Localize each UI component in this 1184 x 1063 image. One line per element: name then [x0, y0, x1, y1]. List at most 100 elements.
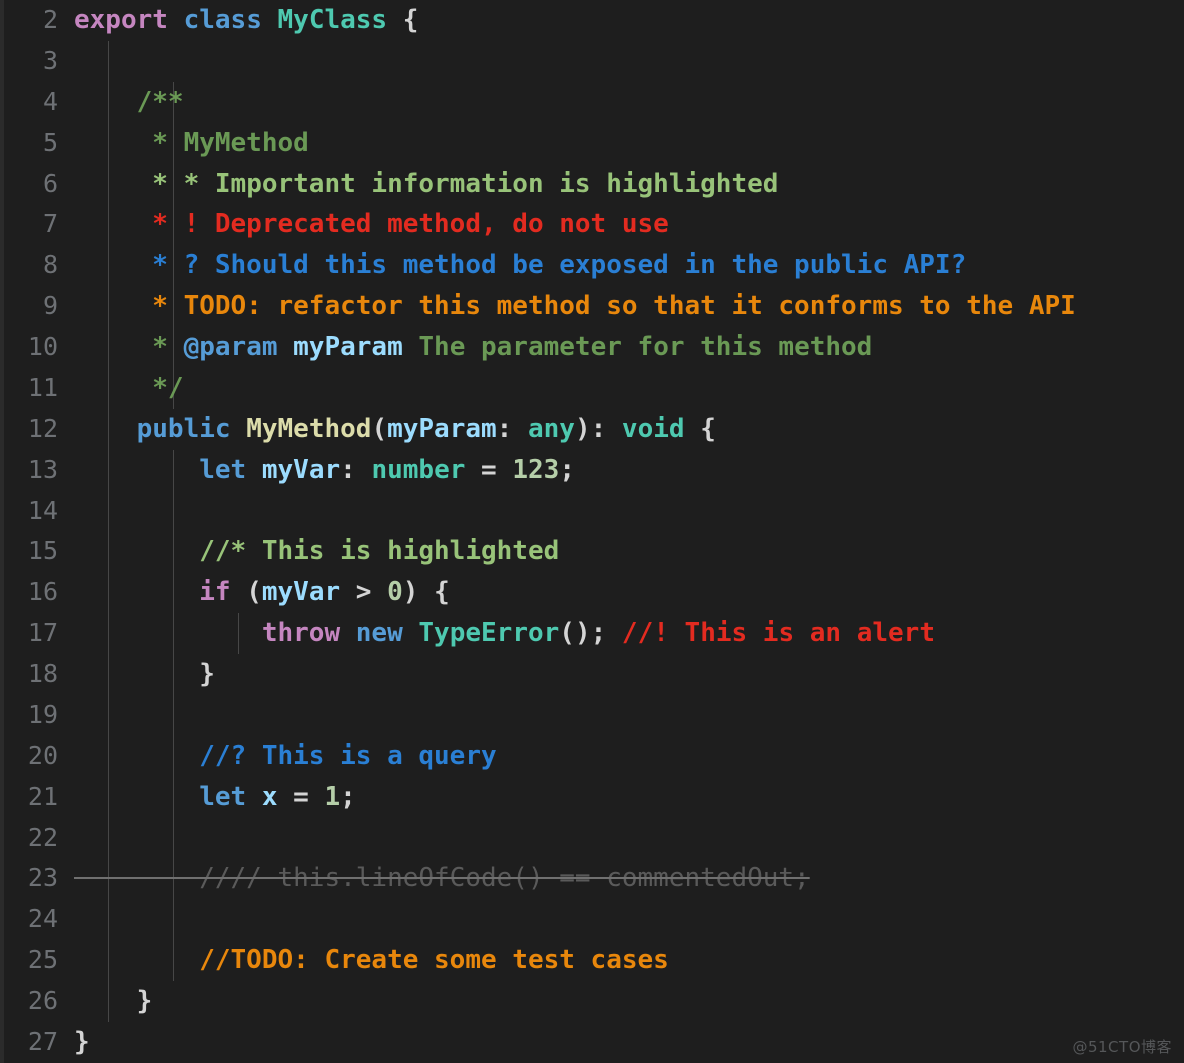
code-token: (); [559, 618, 622, 649]
code-editor[interactable]: 2 3 4 5 6 7 8 9 10 11 12 13 14 15 16 17 18 19 20 21 22 23 24 25… [0, 0, 1184, 1063]
code-line[interactable]: //TODO: Create some test cases [68, 940, 1184, 981]
code-token: The parameter for this method [402, 332, 873, 363]
line-number: 15 [27, 536, 58, 566]
line-number: 18 [27, 659, 58, 689]
code-token: myParam [387, 413, 497, 444]
code-line[interactable] [68, 491, 1184, 532]
code-token: * [74, 332, 184, 363]
code-token: MyClass [277, 5, 388, 35]
code-line[interactable]: export class MyClass { [68, 0, 1184, 41]
code-line[interactable] [68, 695, 1184, 736]
line-number: 7 [42, 209, 58, 239]
line-number: 2 [42, 5, 58, 34]
code-token: : [340, 454, 372, 485]
code-token: > [340, 577, 388, 608]
code-line[interactable] [68, 818, 1184, 859]
code-token: TypeError [418, 618, 560, 649]
code-line[interactable]: * * Important information is highlighted [68, 164, 1184, 205]
code-token: //* This is highlighted [74, 536, 560, 567]
code-token: export [74, 5, 168, 35]
code-token: * TODO: refactor this method so that it … [74, 291, 1076, 322]
code-line[interactable]: if (myVar > 0) { [68, 572, 1184, 613]
code-line[interactable]: * ? Should this method be exposed in the… [68, 245, 1184, 286]
code-line[interactable]: //// this.lineOfCode() == commentedOut; [68, 858, 1184, 899]
line-number: 11 [27, 372, 58, 402]
code-line[interactable]: * ! Deprecated method, do not use [68, 204, 1184, 245]
code-token: ( [230, 577, 262, 608]
code-token: { [684, 413, 716, 444]
line-number: 19 [27, 699, 58, 729]
code-line[interactable]: throw new TypeError(); //! This is an al… [68, 613, 1184, 654]
line-number: 22 [27, 822, 58, 852]
code-token: any [527, 413, 575, 444]
code-token: ; [340, 781, 356, 812]
code-line[interactable]: //? This is a query [68, 736, 1184, 777]
code-token: 123 [512, 454, 560, 485]
line-number: 12 [27, 413, 58, 443]
code-token: } [74, 659, 215, 690]
code-line[interactable]: let myVar: number = 123; [68, 450, 1184, 491]
code-line[interactable]: * TODO: refactor this method so that it … [68, 286, 1184, 327]
code-token: @param [183, 332, 278, 363]
code-line[interactable]: } [68, 981, 1184, 1022]
line-number: 27 [27, 1027, 58, 1056]
code-token: * ! Deprecated method, do not use [74, 209, 669, 240]
line-number: 4 [42, 86, 58, 116]
code-token: MyMethod [246, 413, 372, 444]
line-number: 13 [27, 454, 58, 484]
code-token: let [199, 454, 247, 485]
line-number-gutter[interactable]: 2 3 4 5 6 7 8 9 10 11 12 13 14 15 16 17 18 19 20 21 22 23 24 25… [0, 0, 68, 1063]
code-token: //! This is an alert [621, 618, 935, 649]
code-line[interactable]: public MyMethod(myParam: any): void { [68, 409, 1184, 450]
code-line[interactable]: //* This is highlighted [68, 531, 1184, 572]
code-token: myVar [261, 577, 341, 608]
code-token: let [199, 781, 247, 812]
line-number: 5 [42, 127, 58, 157]
code-token: x [261, 781, 278, 812]
code-token: throw [261, 618, 341, 649]
code-token: 0 [387, 577, 403, 608]
line-number: 21 [27, 781, 58, 811]
code-token: * [74, 168, 184, 199]
line-number: 3 [42, 45, 58, 75]
code-line[interactable]: */ [68, 368, 1184, 409]
line-number: 23 [27, 863, 58, 893]
code-token: if [199, 577, 231, 608]
line-number: 6 [42, 168, 58, 198]
code-token: } [74, 1027, 90, 1057]
code-token: public [136, 413, 231, 444]
code-token: { [387, 5, 419, 35]
code-token: myParam [293, 332, 403, 363]
code-line[interactable]: * MyMethod [68, 123, 1184, 164]
line-number: 10 [27, 332, 58, 362]
code-token: void [621, 413, 685, 444]
code-token: 1 [324, 781, 341, 812]
line-number: 9 [42, 291, 58, 321]
code-token: myVar [261, 454, 341, 485]
code-token: ) { [402, 577, 450, 608]
code-token: * ? Should this method be exposed in the… [74, 250, 967, 281]
line-number: 20 [27, 740, 58, 770]
line-number: 25 [27, 945, 58, 975]
code-token: = [465, 454, 513, 485]
code-line[interactable]: } [68, 654, 1184, 695]
code-token: class [183, 5, 262, 35]
code-line[interactable] [68, 41, 1184, 82]
code-line[interactable]: * @param myParam The parameter for this … [68, 327, 1184, 368]
code-line[interactable]: /** [68, 82, 1184, 123]
code-line[interactable] [68, 899, 1184, 940]
line-number: 16 [27, 577, 58, 607]
code-content[interactable]: export class MyClass { /** * MyMethod * … [68, 0, 1184, 1063]
code-line[interactable]: let x = 1; [68, 777, 1184, 818]
code-token: * MyMethod [74, 127, 309, 158]
code-line[interactable]: } [68, 1022, 1184, 1063]
